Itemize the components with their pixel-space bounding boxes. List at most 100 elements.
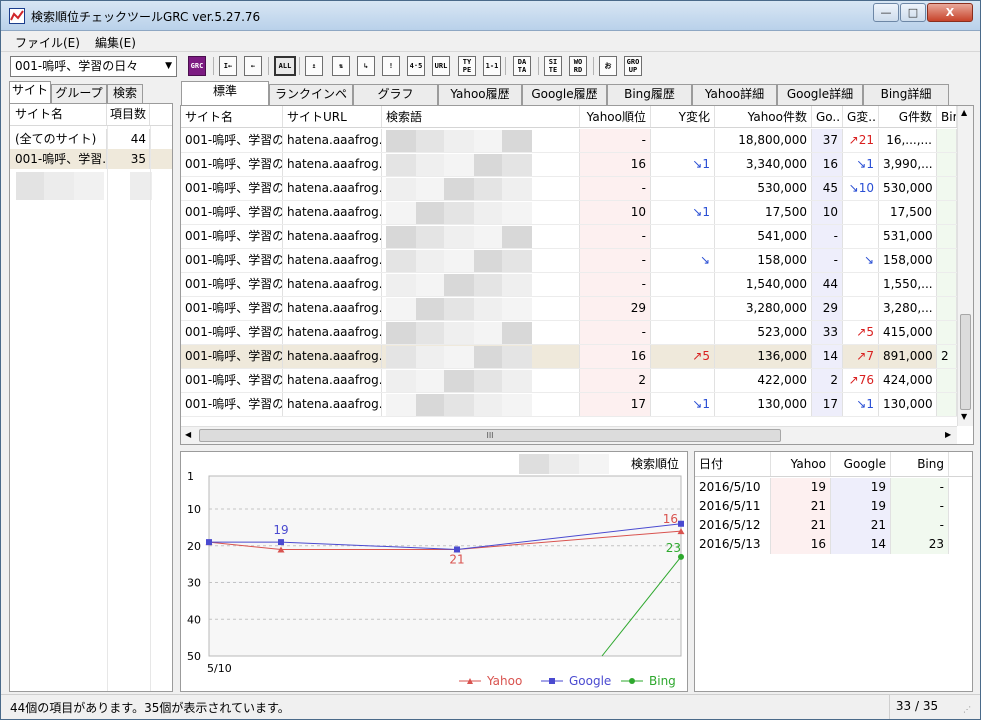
close-button[interactable]: X bbox=[927, 3, 973, 22]
table-row[interactable]: 001-嗚呼、学習の hatena.aaafrog. - 523,000 33 ↗5 415… bbox=[181, 321, 957, 345]
tab-1[interactable]: ランクインページ bbox=[269, 84, 353, 120]
blurred-text bbox=[386, 346, 416, 368]
cell-yrank: - bbox=[580, 225, 651, 248]
cell-gcount: 891,000 bbox=[879, 345, 937, 368]
vertical-scrollbar[interactable]: ▲ ▼ bbox=[957, 106, 973, 426]
cell-site: 001-嗚呼、学習の bbox=[181, 129, 283, 152]
toolbar-type-button[interactable]: TY PE bbox=[458, 56, 476, 76]
toolbar-grc-button[interactable]: GRC bbox=[188, 56, 206, 76]
cell-keyword-redacted bbox=[382, 369, 580, 392]
cell-yrank: 16 bbox=[580, 153, 651, 176]
col-bing[interactable]: Bir bbox=[937, 106, 957, 127]
menu-file[interactable]: ファイル(E) bbox=[15, 34, 80, 51]
tab-2[interactable]: グラフ bbox=[353, 84, 438, 105]
site-row-selected[interactable]: 001-嗚呼、学習... 35 bbox=[10, 149, 172, 169]
table-row[interactable]: 001-嗚呼、学習の hatena.aaafrog. - ↘ 158,000- ↘ 158,… bbox=[181, 249, 957, 273]
site-select[interactable]: 001-嗚呼、学習の日々 ▼ bbox=[10, 56, 177, 77]
menu-bar: ファイル(E) 編集(E) bbox=[1, 32, 980, 52]
toolbar-first-button[interactable]: I← bbox=[219, 56, 237, 76]
history-row[interactable]: 2016/5/12 21 21- bbox=[695, 516, 972, 535]
toolbar-o-button[interactable]: お bbox=[599, 56, 617, 76]
cell-url: hatena.aaafrog. bbox=[283, 153, 382, 176]
col-g-change[interactable]: G変.. bbox=[843, 106, 879, 127]
tab-8[interactable]: Bing詳細 bbox=[863, 84, 949, 105]
blurred-text bbox=[444, 346, 474, 368]
col-site-name[interactable]: サイト名 bbox=[10, 104, 107, 125]
blurred-text bbox=[386, 274, 416, 296]
toolbar-updown-button[interactable]: ⇅ bbox=[332, 56, 350, 76]
col-date[interactable]: 日付 bbox=[695, 452, 771, 476]
site-row-all[interactable]: (全てのサイト) 44 bbox=[10, 129, 172, 149]
col-google-count[interactable]: G件数 bbox=[879, 106, 937, 127]
blurred-text bbox=[416, 130, 444, 152]
toolbar-site-button[interactable]: SI TE bbox=[544, 56, 562, 76]
table-row[interactable]: 001-嗚呼、学習の hatena.aaafrog. -541,000-531,00… bbox=[181, 225, 957, 249]
table-row[interactable]: 001-嗚呼、学習の hatena.aaafrog. - 18,800,000 37 ↗2… bbox=[181, 129, 957, 153]
col-url[interactable]: サイトURL bbox=[283, 106, 382, 127]
table-row[interactable]: 001-嗚呼、学習の hatena.aaafrog. 16 ↗5 136,000 14 ↗7… bbox=[181, 345, 957, 369]
table-row[interactable]: 001-嗚呼、学習の hatena.aaafrog. 29 3,280,000 29 3,… bbox=[181, 297, 957, 321]
scroll-down-icon[interactable]: ▼ bbox=[961, 412, 967, 421]
cell-gcount: 16,...,... bbox=[879, 129, 937, 152]
legend-label: Google bbox=[569, 674, 611, 688]
maximize-button[interactable]: □ bbox=[900, 3, 926, 22]
toolbar-back-button[interactable]: ← bbox=[244, 56, 262, 76]
table-row[interactable]: 001-嗚呼、学習の hatena.aaafrog. -530,000 45 ↘10 53… bbox=[181, 177, 957, 201]
history-row[interactable]: 2016/5/11 21 19- bbox=[695, 497, 972, 516]
cell-keyword-redacted bbox=[382, 129, 580, 152]
cell-go: - bbox=[812, 225, 843, 248]
toolbar-all-button[interactable]: ALL bbox=[274, 56, 296, 76]
toolbar-up-button[interactable]: ↥ bbox=[305, 56, 323, 76]
tab-group[interactable]: グループ bbox=[51, 84, 107, 103]
tab-7[interactable]: Google詳細 bbox=[777, 84, 863, 105]
history-row[interactable]: 2016/5/10 19 19- bbox=[695, 478, 972, 497]
toolbar-oneone-button[interactable]: 1-1 bbox=[483, 56, 501, 76]
history-cell-google: 19 bbox=[831, 497, 891, 516]
scroll-up-icon[interactable]: ▲ bbox=[961, 108, 967, 117]
table-row[interactable]: 001-嗚呼、学習の hatena.aaafrog. 10 ↘1 17,500 10 17,… bbox=[181, 201, 957, 225]
col-site[interactable]: サイト名 bbox=[181, 106, 283, 127]
col-item-count[interactable]: 項目数 bbox=[107, 104, 150, 125]
tab-search[interactable]: 検索 bbox=[107, 84, 143, 103]
cell-go: 17 bbox=[812, 393, 843, 416]
cell-url: hatena.aaafrog. bbox=[283, 129, 382, 152]
scroll-right-icon[interactable]: ▶ bbox=[945, 430, 951, 439]
table-row[interactable]: 001-嗚呼、学習の hatena.aaafrog. 16 ↘1 3,340,000 16… bbox=[181, 153, 957, 177]
tab-5[interactable]: Bing履歴 bbox=[607, 84, 692, 105]
col-keyword[interactable]: 検索語 bbox=[382, 106, 580, 127]
col-yahoo[interactable]: Yahoo bbox=[771, 452, 831, 476]
col-google[interactable]: Google bbox=[831, 452, 891, 476]
col-bing-history[interactable]: Bing bbox=[891, 452, 949, 476]
tab-4[interactable]: Google履歴 bbox=[522, 84, 607, 105]
col-google-rank[interactable]: Go.. bbox=[812, 106, 843, 127]
history-row[interactable]: 2016/5/13 16 14 23 bbox=[695, 535, 972, 554]
tab-0[interactable]: 標準 bbox=[181, 81, 269, 105]
horizontal-scrollbar[interactable]: ◀ III ▶ bbox=[181, 426, 957, 444]
toolbar-down-button[interactable]: ↳ bbox=[357, 56, 375, 76]
data-label: 21 bbox=[449, 552, 464, 566]
toolbar-45-button[interactable]: 4·5 bbox=[407, 56, 425, 76]
tab-3[interactable]: Yahoo履歴 bbox=[438, 84, 522, 105]
scroll-thumb-h[interactable]: III bbox=[199, 429, 781, 442]
minimize-button[interactable]: — bbox=[873, 3, 899, 22]
toolbar-group-button[interactable]: GRO UP bbox=[624, 56, 642, 76]
col-yahoo-rank[interactable]: Yahoo順位 bbox=[580, 106, 651, 127]
toolbar-exclaim-button[interactable]: ! bbox=[382, 56, 400, 76]
col-y-change[interactable]: Y変化 bbox=[651, 106, 715, 127]
toolbar-url-button[interactable]: URL bbox=[432, 56, 450, 76]
title-bar: 検索順位チェックツールGRC ver.5.27.76 — □ X bbox=[1, 1, 980, 31]
scroll-left-icon[interactable]: ◀ bbox=[185, 430, 191, 439]
scroll-thumb[interactable] bbox=[960, 314, 971, 410]
tab-6[interactable]: Yahoo詳細 bbox=[692, 84, 777, 105]
table-row[interactable]: 001-嗚呼、学習の hatena.aaafrog. 2 422,000 2 ↗76 424… bbox=[181, 369, 957, 393]
menu-edit[interactable]: 編集(E) bbox=[95, 34, 136, 51]
table-row[interactable]: 001-嗚呼、学習の hatena.aaafrog. 17 ↘1 130,000 17 ↘1… bbox=[181, 393, 957, 417]
toolbar-data-button[interactable]: DA TA bbox=[513, 56, 531, 76]
toolbar-word-button[interactable]: WO RD bbox=[569, 56, 587, 76]
cell-yrank: - bbox=[580, 321, 651, 344]
table-row[interactable]: 001-嗚呼、学習の hatena.aaafrog. - 1,540,000 44 1,5… bbox=[181, 273, 957, 297]
blurred-area bbox=[44, 172, 74, 200]
col-yahoo-count[interactable]: Yahoo件数 bbox=[715, 106, 812, 127]
tab-site[interactable]: サイト bbox=[9, 81, 51, 103]
resize-grip-icon[interactable]: ⋰ bbox=[963, 705, 971, 714]
